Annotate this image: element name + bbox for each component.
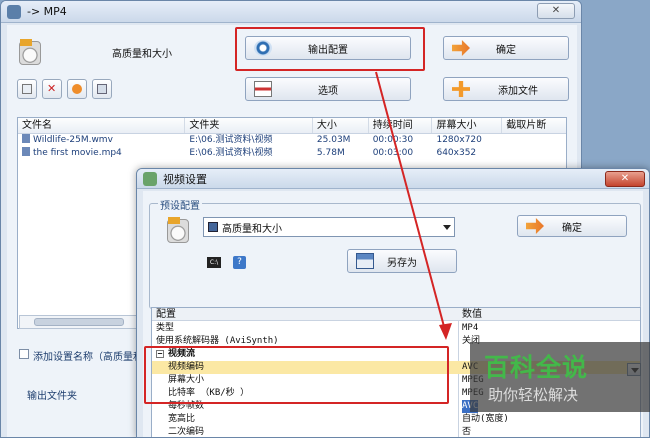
watermark: 百科全说 助你轻松解决 bbox=[470, 342, 650, 412]
watermark-title: 百科全说 bbox=[484, 353, 589, 382]
arrow-head bbox=[439, 323, 452, 340]
arrow-line bbox=[375, 71, 447, 335]
watermark-subtitle: 助你轻松解决 bbox=[488, 386, 579, 404]
